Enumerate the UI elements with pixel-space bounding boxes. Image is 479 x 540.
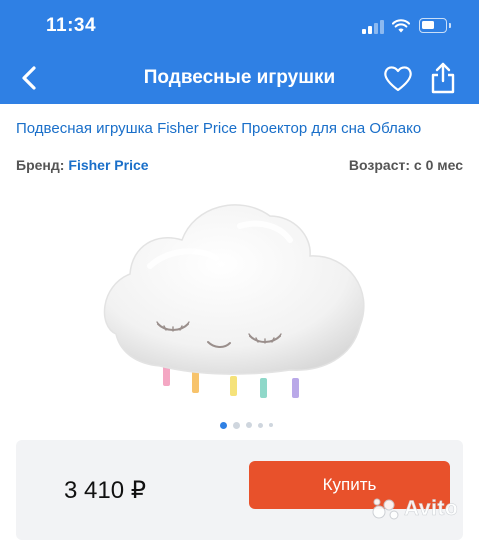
avito-logo-icon [372,498,399,520]
pagination-dot[interactable] [246,422,252,428]
pagination-dot[interactable] [269,423,273,427]
product-image[interactable] [90,186,390,418]
avito-watermark: Avito [372,497,458,521]
status-bar: 11:34 [0,0,479,54]
battery-icon [419,18,451,33]
brand-row: Бренд: Fisher Price [16,157,149,173]
image-pagination[interactable] [220,420,273,430]
watermark-text: Avito [404,497,459,521]
product-title[interactable]: Подвесная игрушка Fisher Price Проектор … [16,120,421,137]
brand-link[interactable]: Fisher Price [68,157,148,173]
pagination-dot[interactable] [220,421,227,429]
pagination-dot[interactable] [233,421,240,429]
signal-icon [362,20,384,34]
favorite-button[interactable] [382,63,414,93]
page-title: Подвесные игрушки [143,67,336,88]
age-text: Возраст: с 0 мес [348,157,463,173]
share-button[interactable] [427,61,459,95]
price: 3 410 ₽ [64,477,146,504]
header-bar: 11:34 Подвесные игрушки [0,0,479,104]
wifi-icon [392,19,410,33]
brand-label: Бренд: [16,157,65,173]
pagination-dot[interactable] [258,422,263,428]
age-row: Возраст: с 0 мес [349,157,463,173]
status-time: 11:34 [46,15,97,36]
back-button[interactable] [14,62,46,94]
purchase-panel: 3 410 ₽ Купить [16,440,463,540]
